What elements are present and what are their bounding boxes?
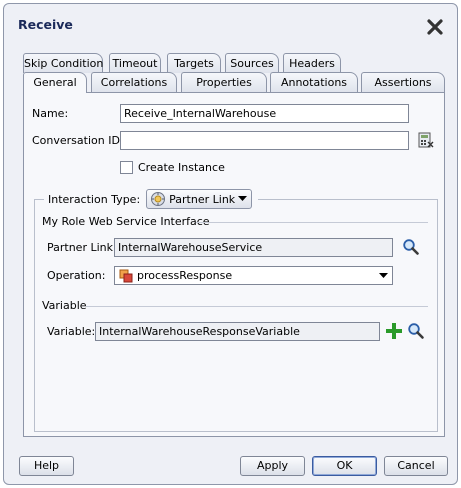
search-icon	[403, 239, 419, 255]
my-role-header: My Role Web Service Interface	[42, 215, 210, 228]
interaction-type-value: Partner Link	[169, 192, 236, 206]
calculator-icon	[418, 132, 434, 148]
general-panel: Name: Receive_InternalWarehouse Conversa…	[23, 92, 445, 437]
partner-link-browse-button[interactable]	[402, 238, 420, 259]
help-button[interactable]: Help	[19, 456, 74, 476]
variable-separator	[86, 306, 428, 307]
variable-browse-button[interactable]	[407, 322, 425, 343]
tab-general[interactable]: General	[23, 72, 87, 93]
variable-header: Variable	[42, 299, 87, 312]
create-instance-label: Create Instance	[138, 161, 225, 174]
tab-correlations[interactable]: Correlations	[91, 72, 177, 92]
create-instance-checkbox[interactable]	[120, 161, 133, 174]
partner-link-field: InternalWarehouseService	[114, 238, 393, 257]
interaction-type-row: Interaction Type: Partner Link	[44, 187, 259, 211]
partner-link-icon	[151, 192, 166, 206]
tab-skip-condition[interactable]: Skip Condition	[23, 53, 103, 73]
variable-field[interactable]: InternalWarehouseResponseVariable	[95, 322, 380, 341]
operation-icon	[119, 269, 133, 282]
chevron-down-icon	[379, 272, 388, 278]
operation-label: Operation:	[47, 269, 106, 282]
interaction-type-dropdown[interactable]: Partner Link	[146, 189, 253, 209]
operation-select[interactable]: processResponse	[114, 266, 393, 285]
interaction-type-label: Interaction Type:	[48, 192, 141, 206]
cancel-button[interactable]: Cancel	[384, 456, 448, 476]
conversation-id-label: Conversation ID:	[32, 134, 124, 147]
tab-assertions[interactable]: Assertions	[361, 72, 445, 92]
tab-sources[interactable]: Sources	[225, 53, 279, 73]
tab-timeout[interactable]: Timeout	[109, 53, 161, 73]
conversation-id-browse-button[interactable]	[418, 132, 434, 152]
variable-label: Variable:	[47, 325, 96, 338]
chevron-down-icon	[238, 196, 248, 201]
tab-properties[interactable]: Properties	[181, 72, 267, 92]
interaction-group	[34, 199, 438, 432]
ok-button[interactable]: OK	[312, 456, 377, 476]
tab-targets[interactable]: Targets	[167, 53, 221, 73]
receive-dialog: Receive Skip Condition Timeout Targets S…	[3, 3, 458, 485]
my-role-separator	[196, 222, 428, 223]
conversation-id-input[interactable]	[120, 131, 409, 150]
name-label: Name:	[32, 107, 69, 120]
close-icon	[427, 19, 443, 35]
add-variable-button[interactable]	[386, 323, 402, 342]
dialog-title: Receive	[18, 17, 73, 32]
partner-link-label: Partner Link:	[47, 241, 117, 254]
add-icon	[386, 323, 402, 339]
close-button[interactable]	[426, 18, 444, 36]
tab-headers[interactable]: Headers	[283, 53, 341, 73]
tab-annotations[interactable]: Annotations	[270, 72, 358, 92]
apply-button[interactable]: Apply	[240, 456, 305, 476]
name-input[interactable]: Receive_InternalWarehouse	[120, 104, 409, 123]
operation-value: processResponse	[137, 269, 233, 282]
search-icon	[408, 323, 424, 339]
